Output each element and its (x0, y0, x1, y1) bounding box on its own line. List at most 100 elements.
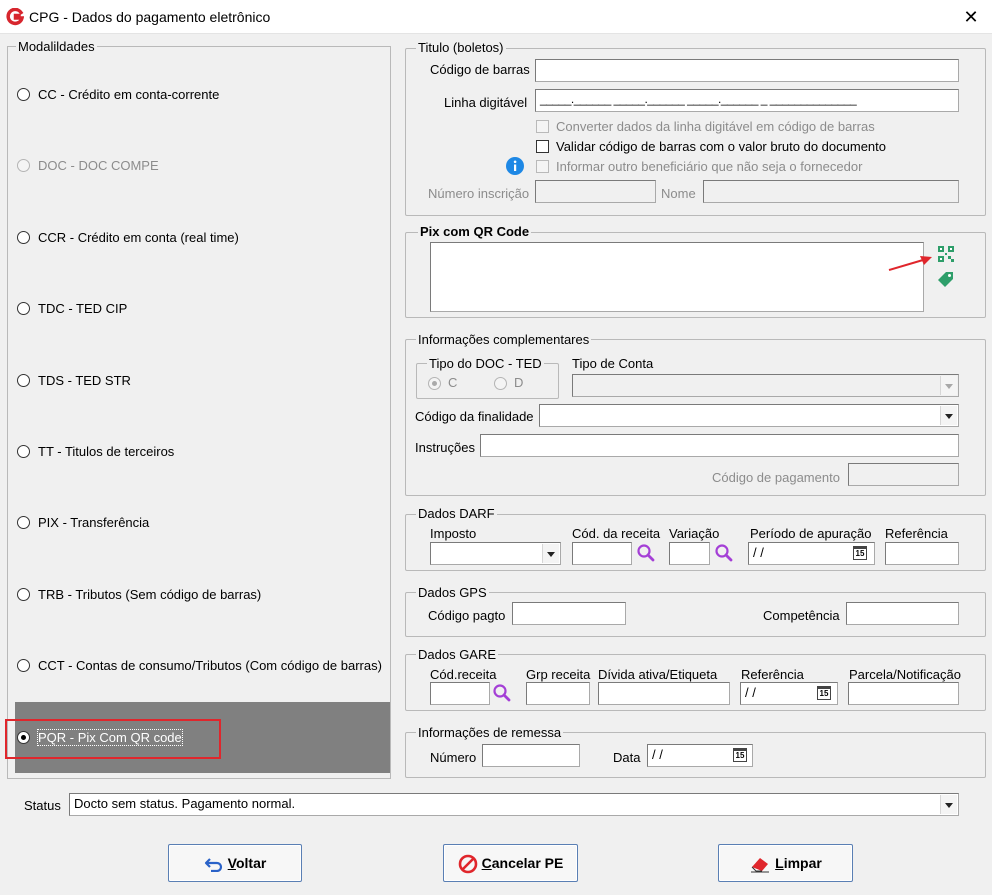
numero-inscricao-input[interactable] (535, 180, 656, 203)
gare-legend: Dados GARE (416, 647, 499, 662)
informar-beneficiario-checkbox[interactable] (536, 160, 549, 173)
data-calendar-icon[interactable]: 15 (733, 748, 747, 762)
numero-input[interactable] (482, 744, 580, 767)
red-arrow-icon (888, 256, 932, 271)
codigo-finalidade-label: Código da finalidade (415, 409, 534, 424)
tipo-conta-dropdown-icon[interactable] (940, 376, 957, 395)
modalidade-radio[interactable] (17, 159, 30, 172)
modalidade-label: TT - Titulos de terceiros (38, 444, 175, 459)
codigo-pagto-label: Código pagto (428, 608, 506, 623)
instrucoes-label: Instruções (415, 440, 475, 455)
titulo-legend: Titulo (boletos) (416, 40, 506, 55)
data-value: / / (652, 747, 663, 762)
darf-cod-receita-label: Cód. da receita (572, 526, 661, 541)
imposto-label: Imposto (430, 526, 477, 541)
imposto-dropdown-icon[interactable] (542, 544, 559, 563)
radio-c[interactable] (428, 377, 441, 390)
modalidade-radio[interactable] (17, 659, 30, 672)
limpar-label: impar (783, 855, 822, 871)
cancel-icon (458, 854, 477, 874)
codigo-pagto-input[interactable] (512, 602, 626, 625)
gare-cod-receita-input[interactable] (430, 682, 490, 705)
modalidade-radio[interactable] (17, 588, 30, 601)
modalidade-label: CCR - Crédito em conta (real time) (38, 230, 239, 245)
divida-label: Dívida ativa/Etiqueta (598, 667, 718, 682)
darf-referencia-input[interactable] (885, 542, 959, 565)
gare-cod-receita-label: Cód.receita (430, 667, 497, 682)
gare-referencia-calendar-icon[interactable]: 15 (817, 686, 831, 700)
periodo-calendar-icon[interactable]: 15 (853, 546, 867, 560)
search-gare-receita-icon[interactable] (492, 683, 512, 703)
modalidade-radio[interactable] (17, 302, 30, 315)
tipo-conta-label: Tipo de Conta (572, 356, 654, 371)
voltar-label: oltar (235, 855, 267, 871)
selection-red-box (5, 719, 221, 759)
info-icon[interactable] (505, 156, 525, 176)
radio-c-label: C (448, 375, 458, 390)
tipo-conta-select[interactable] (572, 374, 959, 397)
linha-digitavel-input[interactable]: _____.______ _____.______ _____.______ _… (535, 89, 959, 112)
back-arrow-icon (204, 858, 222, 873)
grp-receita-input[interactable] (526, 682, 590, 705)
tag-icon[interactable] (936, 269, 956, 289)
linha-digitavel-label: Linha digitável (444, 95, 528, 110)
status-dropdown-icon[interactable] (940, 795, 957, 814)
nome-input[interactable] (703, 180, 959, 203)
darf-referencia-label: Referência (885, 526, 948, 541)
darf-cod-receita-input[interactable] (572, 542, 632, 565)
limpar-button[interactable]: Limpar (718, 844, 853, 882)
pix-qr-textarea[interactable] (430, 242, 924, 312)
gare-referencia-label: Referência (741, 667, 804, 682)
periodo-label: Período de apuração (750, 526, 872, 541)
codigo-barras-label: Código de barras (430, 62, 530, 77)
search-cod-receita-icon[interactable] (636, 543, 656, 563)
modalidade-radio[interactable] (17, 374, 30, 387)
gare-referencia-value: / / (745, 685, 756, 700)
modalidade-radio[interactable] (17, 445, 30, 458)
window-title: CPG - Dados do pagamento eletrônico (29, 9, 271, 25)
numero-label: Número (430, 750, 477, 765)
modalidade-label: TRB - Tributos (Sem código de barras) (38, 587, 262, 602)
modalidade-radio[interactable] (17, 88, 30, 101)
competencia-label: Competência (763, 608, 840, 623)
cancelar-pe-button[interactable]: Cancelar PE (443, 844, 578, 882)
close-button[interactable]: ✕ (958, 4, 984, 30)
parcela-label: Parcela/Notificação (849, 667, 961, 682)
qr-code-icon[interactable] (937, 245, 955, 263)
radio-d[interactable] (494, 377, 507, 390)
title-bar: CPG - Dados do pagamento eletrônico ✕ (0, 0, 992, 34)
codigo-pagamento-input[interactable] (848, 463, 959, 486)
converter-checkbox[interactable] (536, 120, 549, 133)
informar-beneficiario-label: Informar outro beneficiário que não seja… (556, 159, 863, 174)
darf-legend: Dados DARF (416, 506, 497, 521)
variacao-input[interactable] (669, 542, 710, 565)
voltar-button[interactable]: Voltar (168, 844, 302, 882)
modalidade-radio[interactable] (17, 231, 30, 244)
modalidades-legend: Modalildades (16, 39, 97, 54)
modalidade-label: TDS - TED STR (38, 373, 131, 388)
voltar-accel: V (227, 855, 236, 871)
codigo-pagamento-label: Código de pagamento (712, 470, 840, 485)
nome-label: Nome (661, 186, 696, 201)
modalidade-label: DOC - DOC COMPE (38, 158, 159, 173)
app-logo-icon (6, 8, 24, 26)
competencia-input[interactable] (846, 602, 959, 625)
modalidade-radio[interactable] (17, 516, 30, 529)
gps-legend: Dados GPS (416, 585, 489, 600)
divida-input[interactable] (598, 682, 730, 705)
status-select[interactable]: Docto sem status. Pagamento normal. (69, 793, 959, 816)
converter-label: Converter dados da linha digitável em có… (556, 119, 875, 134)
parcela-input[interactable] (848, 682, 959, 705)
instrucoes-input[interactable] (480, 434, 959, 457)
status-value: Docto sem status. Pagamento normal. (74, 796, 296, 811)
variacao-label: Variação (669, 526, 720, 541)
imposto-select[interactable] (430, 542, 561, 565)
search-variacao-icon[interactable] (714, 543, 734, 563)
codigo-finalidade-select[interactable] (539, 404, 959, 427)
modalidade-label: PIX - Transferência (38, 515, 150, 530)
tipo-doc-legend: Tipo do DOC - TED (427, 356, 544, 371)
cancelar-label: ancelar PE (491, 855, 564, 871)
codigo-finalidade-dropdown-icon[interactable] (940, 406, 957, 425)
codigo-barras-input[interactable] (535, 59, 959, 82)
validar-checkbox[interactable] (536, 140, 549, 153)
